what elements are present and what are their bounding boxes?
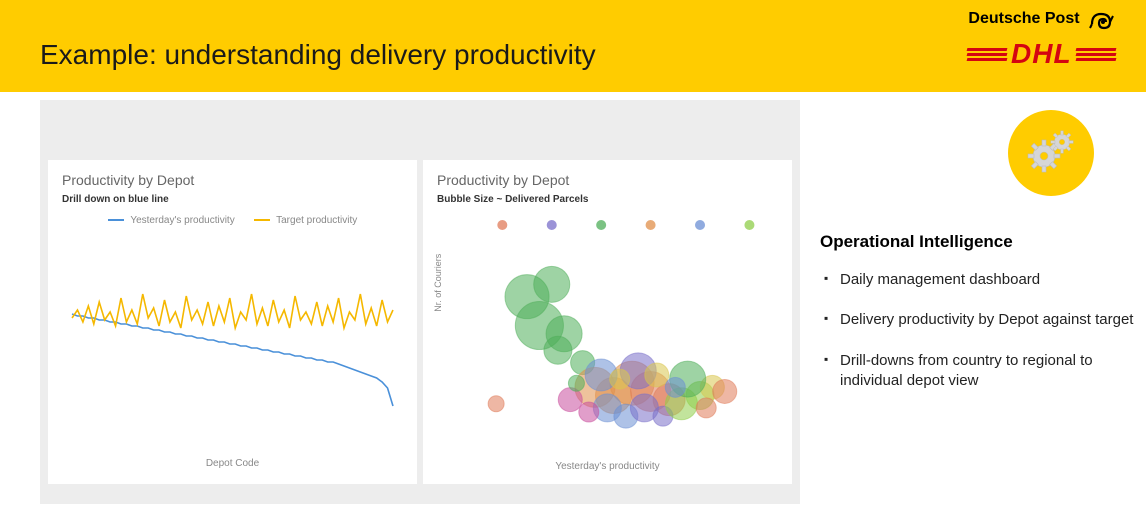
- chart-productivity-bubble: Productivity by Depot Bubble Size ~ Deli…: [423, 160, 792, 484]
- chart-subtitle: Drill down on blue line: [62, 194, 403, 205]
- header: Example: understanding delivery producti…: [0, 0, 1146, 92]
- dhl-lines-left-icon: [967, 46, 1007, 63]
- deutsche-post-label: Deutsche Post: [968, 10, 1079, 28]
- line-plot[interactable]: [62, 232, 403, 452]
- dhl-logo: DHL: [967, 38, 1116, 70]
- gears-icon: [1024, 126, 1078, 180]
- legend-label: Target productivity: [276, 215, 357, 226]
- bullet-list: Daily management dashboard Delivery produ…: [820, 270, 1134, 391]
- content: Productivity by Depot Drill down on blue…: [0, 92, 1146, 516]
- bubble-plot[interactable]: Nr. of Couriers: [437, 215, 778, 455]
- legend-swatch-yellow: [254, 219, 270, 221]
- chart-title: Productivity by Depot: [62, 172, 403, 188]
- y-axis-label: Nr. of Couriers: [433, 254, 443, 312]
- dhl-label: DHL: [1011, 38, 1072, 70]
- bullet-item: Delivery productivity by Depot against t…: [820, 310, 1134, 330]
- gear-badge: [1008, 110, 1094, 196]
- x-axis-label: Yesterday's productivity: [437, 461, 778, 472]
- posthorn-icon: [1088, 6, 1116, 32]
- bullet-item: Drill-downs from country to regional to …: [820, 351, 1134, 392]
- dhl-lines-right-icon: [1076, 46, 1116, 63]
- brand-block: Deutsche Post DHL: [967, 6, 1116, 70]
- right-column: Operational Intelligence Daily managemen…: [820, 100, 1134, 504]
- x-axis-label: Depot Code: [62, 458, 403, 469]
- section-title: Operational Intelligence: [820, 232, 1134, 252]
- bullet-item: Daily management dashboard: [820, 270, 1134, 290]
- legend-item-target: Target productivity: [254, 215, 358, 226]
- chart-legend: Yesterday's productivity Target producti…: [62, 215, 403, 226]
- page-title: Example: understanding delivery producti…: [40, 39, 596, 71]
- chart-subtitle: Bubble Size ~ Delivered Parcels: [437, 194, 778, 205]
- deutsche-post-logo: Deutsche Post: [967, 6, 1116, 32]
- chart-productivity-line: Productivity by Depot Drill down on blue…: [48, 160, 417, 484]
- legend-swatch-blue: [108, 219, 124, 221]
- charts-panel: Productivity by Depot Drill down on blue…: [40, 100, 800, 504]
- legend-item-yesterday: Yesterday's productivity: [108, 215, 235, 226]
- legend-label: Yesterday's productivity: [130, 215, 234, 226]
- chart-title: Productivity by Depot: [437, 172, 778, 188]
